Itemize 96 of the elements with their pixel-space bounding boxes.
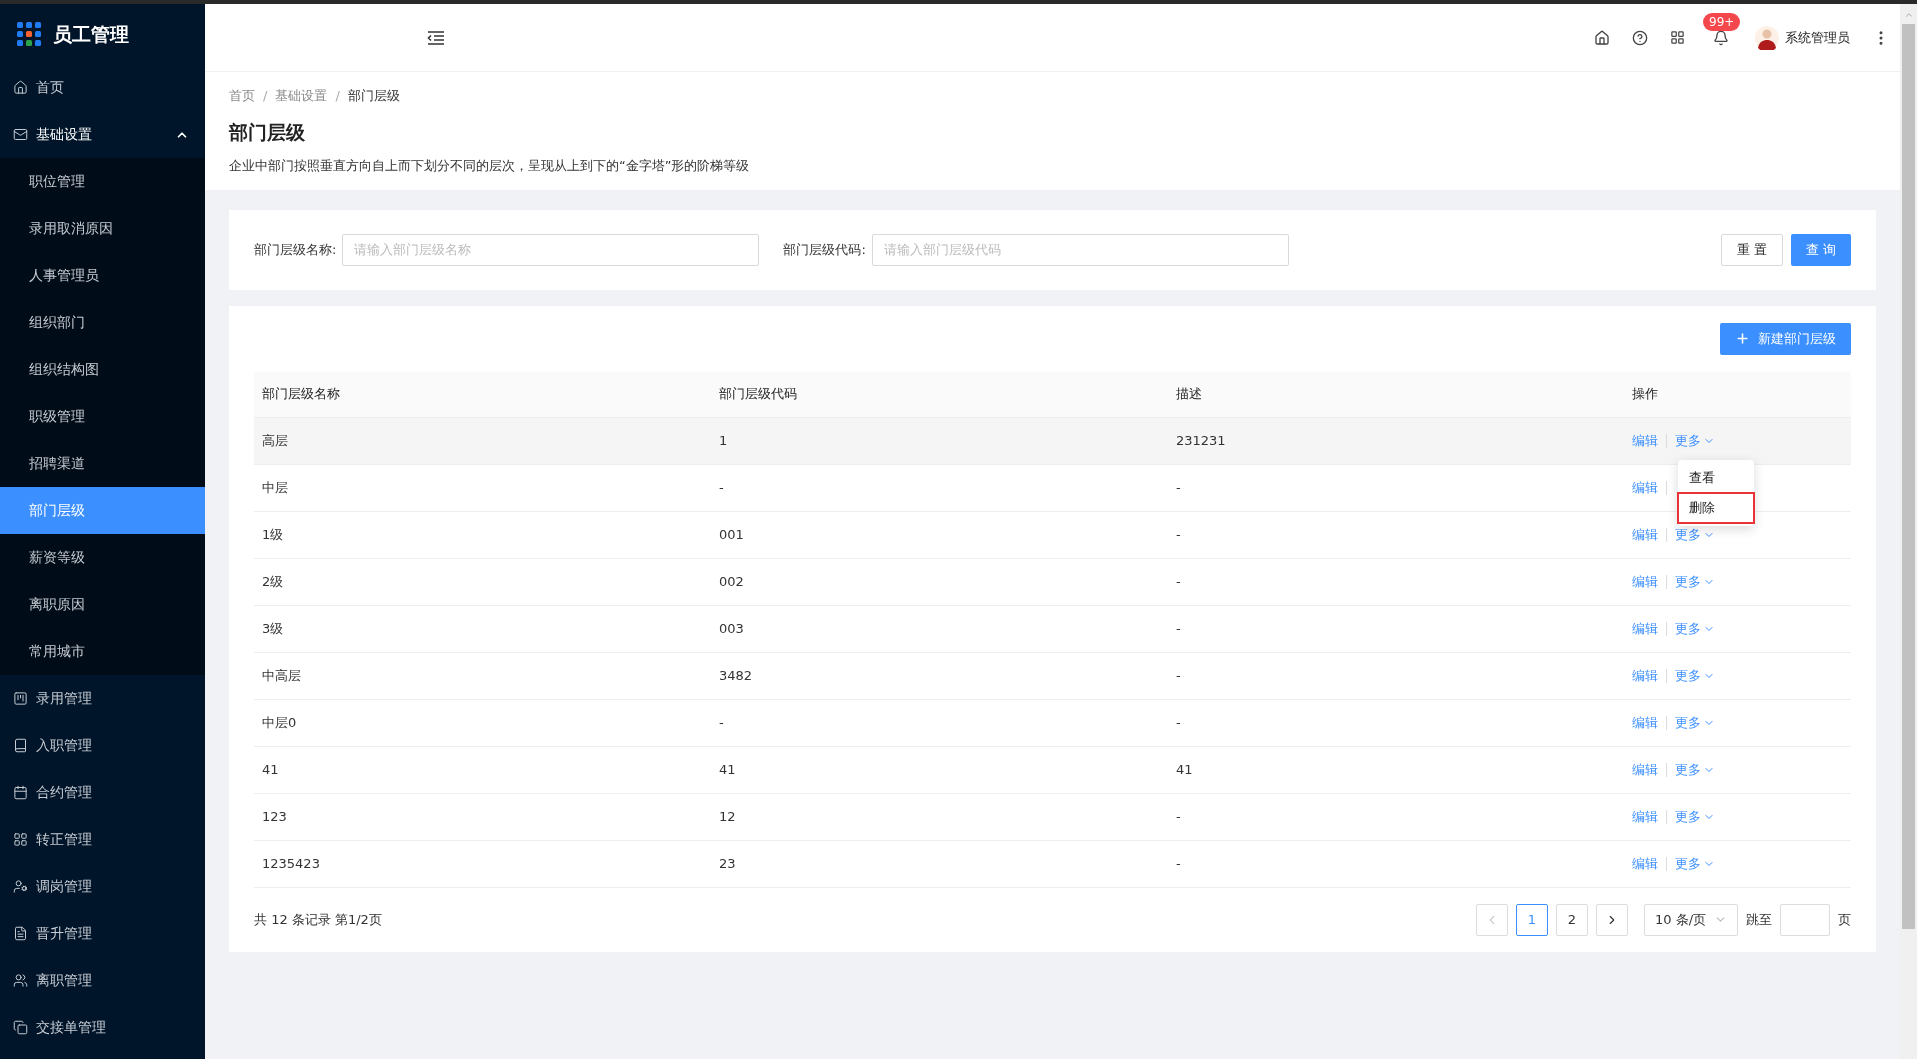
sidebar-item[interactable]: 合约管理: [0, 769, 205, 816]
submenu-item[interactable]: 职位管理: [0, 158, 205, 205]
users-icon: [13, 973, 28, 988]
table-cell-text: 12: [718, 807, 737, 826]
submenu-item[interactable]: 职级管理: [0, 393, 205, 440]
sidebar-item[interactable]: 离职管理: [0, 957, 205, 1004]
copy-icon: [13, 1020, 28, 1035]
plus-icon: [1735, 331, 1750, 346]
table-cell-text: 123: [261, 807, 288, 826]
table-cell-text: 231231: [1175, 431, 1227, 450]
submenu-item[interactable]: 常用城市: [0, 628, 205, 675]
submenu-item[interactable]: 人事管理员: [0, 252, 205, 299]
sidebar-item[interactable]: 交接单管理: [0, 1004, 205, 1051]
table-cell-text: 41: [718, 760, 737, 779]
sidebar-item[interactable]: 基础设置: [0, 111, 205, 158]
sidebar-item[interactable]: 调岗管理: [0, 863, 205, 910]
column-header: 部门层级代码: [718, 385, 798, 404]
table-cell-text: 001: [718, 525, 745, 544]
table-cell-text: 中层: [261, 478, 289, 497]
page-jump-field[interactable]: [1780, 903, 1830, 936]
sidebar-item[interactable]: 入职管理: [0, 722, 205, 769]
submenu-item[interactable]: 录用取消原因: [0, 205, 205, 252]
user-name: 系统管理员: [1785, 28, 1850, 47]
table-cell-text: 003: [718, 619, 745, 638]
submenu-item[interactable]: 离职原因: [0, 581, 205, 628]
table-cell-text: -: [1175, 713, 1182, 732]
submenu-item[interactable]: 组织部门: [0, 299, 205, 346]
breadcrumb-item[interactable]: 基础设置: [275, 86, 328, 106]
document-icon: [13, 926, 28, 941]
pagination-summary: 共 12 条记录 第1/2页: [254, 910, 383, 929]
page-size-select[interactable]: 10 条/页: [1644, 903, 1738, 936]
filter-label: 部门层级代码:: [783, 240, 866, 259]
table-cell-text: -: [1175, 807, 1182, 826]
reset-button[interactable]: 重 置: [1720, 233, 1783, 266]
table-cell-text: -: [1175, 666, 1182, 685]
book-icon: [13, 738, 28, 753]
home-icon: [13, 80, 28, 95]
filter-field[interactable]: 请输入部门层级代码: [871, 233, 1289, 266]
filter-label: 部门层级名称:: [254, 240, 337, 259]
help-icon[interactable]: [1632, 29, 1648, 46]
table-cell-text: 41: [261, 760, 280, 779]
user-icon: [13, 879, 28, 894]
table-cell-text: -: [1175, 478, 1182, 497]
collapse-menu-icon[interactable]: [427, 30, 445, 45]
table-cell-text: -: [1175, 572, 1182, 591]
breadcrumb-item: 部门层级: [347, 87, 400, 105]
board-icon: [13, 691, 28, 706]
table-cell-text: -: [1175, 854, 1182, 873]
table-cell-text: -: [1175, 525, 1182, 544]
grid-icon: [13, 832, 28, 847]
table-cell-text: 1235423: [261, 854, 321, 873]
app-title: 员工管理: [53, 21, 129, 47]
table-cell-text: 2级: [261, 572, 285, 591]
mail-icon: [13, 127, 28, 142]
submenu-item[interactable]: 招聘渠道: [0, 440, 205, 487]
table-cell-text: 1: [718, 431, 729, 450]
notification-badge: 99+: [1703, 12, 1741, 31]
breadcrumb-separator: /: [263, 87, 268, 105]
table-cell-text: -: [718, 713, 725, 732]
table-cell-text: 3482: [718, 666, 754, 685]
table-cell-text: 1级: [261, 525, 285, 544]
page-title: 部门层级: [229, 119, 306, 145]
table-cell-text: -: [718, 478, 725, 497]
avatar[interactable]: [1755, 25, 1779, 50]
filter-field[interactable]: 请输入部门层级名称: [342, 233, 760, 266]
breadcrumb-item[interactable]: 首页: [229, 86, 255, 106]
menu-item[interactable]: 查看: [1678, 462, 1740, 493]
page-description: 企业中部门按照垂直方向自上而下划分不同的层次，呈现从上到下的“金字塔”形的阶梯等级: [229, 157, 751, 175]
table-cell-text: 41: [1175, 760, 1194, 779]
column-header: 描述: [1175, 385, 1203, 404]
sidebar-item[interactable]: 录用管理: [0, 675, 205, 722]
sidebar-item[interactable]: 首页: [0, 64, 205, 111]
sidebar-item[interactable]: 转正管理: [0, 816, 205, 863]
breadcrumb-separator: /: [335, 87, 340, 105]
table-cell-text: 中层0: [261, 713, 298, 732]
submenu-item[interactable]: 组织结构图: [0, 346, 205, 393]
page-suffix: 页: [1838, 910, 1851, 929]
scrollbar-thumb[interactable]: [1902, 24, 1915, 929]
table-cell-text: -: [1175, 619, 1182, 638]
submenu-item[interactable]: 薪资等级: [0, 534, 205, 581]
column-header: 操作: [1631, 385, 1659, 404]
column-header: 部门层级名称: [261, 385, 341, 404]
sidebar-item[interactable]: 晋升管理: [0, 910, 205, 957]
notification-icon[interactable]: [1713, 29, 1729, 46]
table-cell-text: 中高层: [261, 666, 302, 685]
menu-item[interactable]: 删除: [1678, 492, 1754, 523]
logo-icon: [17, 22, 41, 46]
calendar-icon: [13, 785, 28, 800]
home-icon[interactable]: [1594, 29, 1610, 46]
table-cell-text: 高层: [261, 431, 289, 450]
table-cell-text: 002: [718, 572, 745, 591]
apps-icon[interactable]: [1670, 30, 1685, 45]
jump-label: 跳至: [1746, 910, 1772, 929]
table-cell-text: 23: [718, 854, 737, 873]
table-cell-text: 3级: [261, 619, 285, 638]
page-button[interactable]: 2: [1556, 903, 1588, 936]
